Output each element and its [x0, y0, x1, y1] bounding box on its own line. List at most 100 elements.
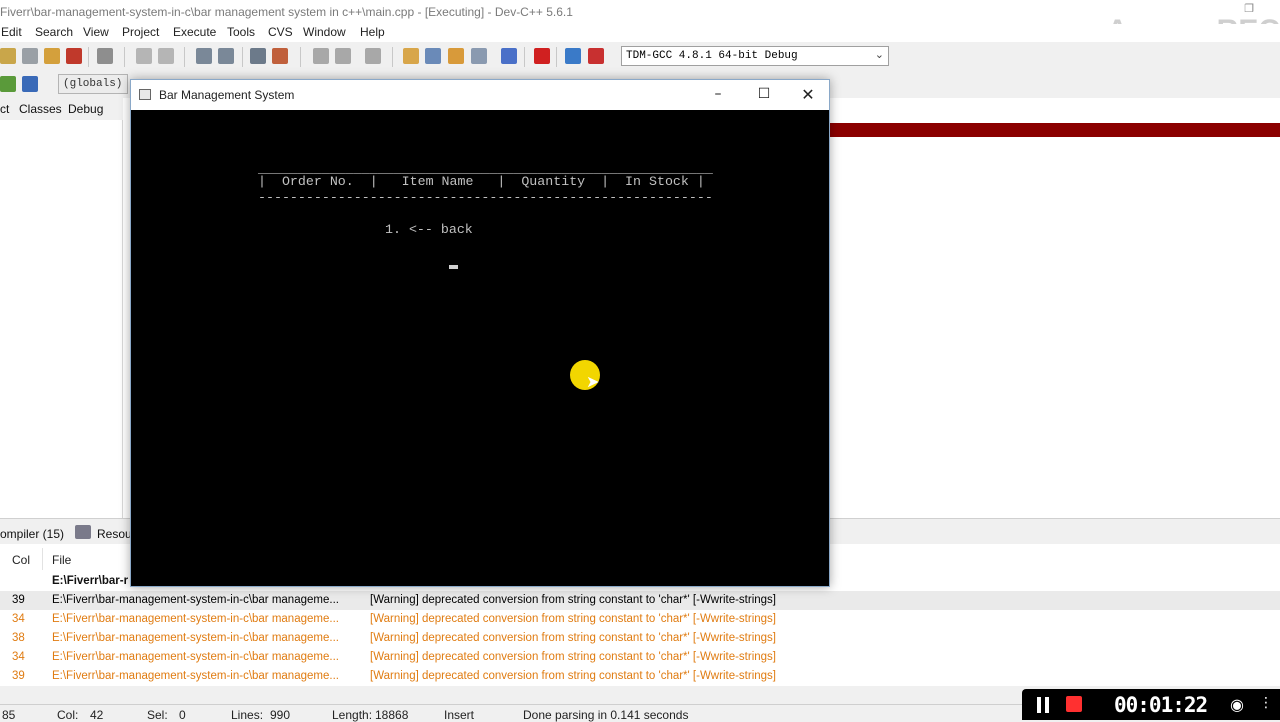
- compiler-select-value: TDM-GCC 4.8.1 64-bit Debug: [626, 50, 798, 62]
- row-line: 34: [12, 651, 25, 663]
- row-message: [Warning] deprecated conversion from str…: [370, 651, 776, 663]
- profile-icon[interactable]: [565, 48, 581, 64]
- tab-classes[interactable]: Classes: [19, 102, 62, 116]
- compiler-select[interactable]: TDM-GCC 4.8.1 64-bit Debug ⌄: [621, 46, 889, 66]
- pause-icon[interactable]: [1037, 697, 1051, 713]
- toolbar-separator: [556, 47, 557, 67]
- left-panel-tabs: ct Classes Debug: [0, 98, 122, 121]
- insert-icon[interactable]: [0, 76, 16, 92]
- bookmark-prev-icon[interactable]: [313, 48, 329, 64]
- close-icon[interactable]: ✕: [785, 85, 831, 115]
- toolbar-separator: [392, 47, 393, 67]
- mouse-pointer-icon: ➤: [586, 372, 600, 391]
- console-menu-item: 1. <-- back: [385, 222, 473, 237]
- table-row[interactable]: 34 E:\Fiverr\bar-management-system-in-c\…: [0, 610, 1280, 629]
- toolbar-separator: [88, 47, 89, 67]
- menu-tools[interactable]: Tools: [227, 25, 255, 39]
- redo-icon[interactable]: [158, 48, 174, 64]
- close-file-icon[interactable]: [66, 48, 82, 64]
- main-toolbar: TDM-GCC 4.8.1 64-bit Debug ⌄: [0, 42, 1280, 70]
- row-line: 39: [12, 594, 25, 606]
- menu-bar: Edit Search View Project Execute Tools C…: [0, 24, 1280, 42]
- column-header-file[interactable]: File: [52, 553, 71, 567]
- goto-line-icon[interactable]: [365, 48, 381, 64]
- console-cursor: [449, 265, 458, 269]
- minimize-icon[interactable]: –: [695, 86, 741, 116]
- compile-run-icon[interactable]: [448, 48, 464, 64]
- toolbar-separator: [184, 47, 185, 67]
- menu-help[interactable]: Help: [360, 25, 385, 39]
- save-icon[interactable]: [22, 48, 38, 64]
- menu-execute[interactable]: Execute: [173, 25, 216, 39]
- toolbar-separator: [242, 47, 243, 67]
- column-header-col[interactable]: Col: [12, 553, 30, 567]
- camera-icon[interactable]: ◉: [1230, 695, 1248, 714]
- debug-icon[interactable]: [588, 48, 604, 64]
- row-file: E:\Fiverr\bar-management-system-in-c\bar…: [52, 594, 339, 606]
- stop-record-icon[interactable]: [1066, 696, 1082, 712]
- replace-icon[interactable]: [218, 48, 234, 64]
- menu-edit[interactable]: Edit: [1, 25, 22, 39]
- record-timer: 00:01:22: [1114, 693, 1208, 717]
- toolbar-separator: [124, 47, 125, 67]
- menu-cvs[interactable]: CVS: [268, 25, 293, 39]
- scope-select[interactable]: (globals): [58, 74, 128, 94]
- compile-icon[interactable]: [403, 48, 419, 64]
- bookmark-next-icon[interactable]: [335, 48, 351, 64]
- console-rule-bottom: ----------------------------------------…: [258, 190, 713, 205]
- row-file: E:\Fiverr\bar-management-system-in-c\bar…: [52, 613, 339, 625]
- toolbar-separator: [524, 47, 525, 67]
- toolbar-separator: [300, 47, 301, 67]
- table-row[interactable]: 39 E:\Fiverr\bar-management-system-in-c\…: [0, 667, 1280, 686]
- menu-search[interactable]: Search: [35, 25, 73, 39]
- console-title: Bar Management System: [159, 88, 295, 102]
- row-message: [Warning] deprecated conversion from str…: [370, 613, 776, 625]
- tab-compiler[interactable]: ompiler (15): [0, 527, 64, 541]
- table-row[interactable]: 38 E:\Fiverr\bar-management-system-in-c\…: [0, 629, 1280, 648]
- screen-recorder-controls: 00:01:22 ◉ ⋮: [1022, 689, 1280, 720]
- unindent-icon[interactable]: [272, 48, 288, 64]
- row-message: [Warning] deprecated conversion from str…: [370, 594, 776, 606]
- ide-window-title: Fiverr\bar-management-system-in-c\bar ma…: [0, 5, 573, 19]
- more-icon[interactable]: ⋮: [1259, 695, 1273, 711]
- table-row[interactable]: 34 E:\Fiverr\bar-management-system-in-c\…: [0, 648, 1280, 667]
- stop-execution-icon[interactable]: [534, 48, 550, 64]
- menu-project[interactable]: Project: [122, 25, 159, 39]
- print-icon[interactable]: [97, 48, 113, 64]
- scope-select-value: (globals): [63, 78, 123, 90]
- new-file-icon[interactable]: [0, 48, 16, 64]
- column-separator: [42, 548, 43, 570]
- row-line: 34: [12, 613, 25, 625]
- row-message: [Warning] deprecated conversion from str…: [370, 632, 776, 644]
- row-line: 39: [12, 670, 25, 682]
- menu-view[interactable]: View: [83, 25, 109, 39]
- chevron-down-icon: ⌄: [874, 48, 884, 61]
- table-row[interactable]: 39 E:\Fiverr\bar-management-system-in-c\…: [0, 591, 1280, 610]
- tab-resources[interactable]: Resou: [97, 527, 132, 541]
- rebuild-icon[interactable]: [471, 48, 487, 64]
- console-table-header: | Order No. | Item Name | Quantity | In …: [258, 174, 705, 189]
- row-message: [Warning] deprecated conversion from str…: [370, 670, 776, 682]
- row-file: E:\Fiverr\bar-management-system-in-c\bar…: [52, 670, 339, 682]
- row-file: E:\Fiverr\bar-management-system-in-c\bar…: [52, 651, 339, 663]
- ide-title-bar: Fiverr\bar-management-system-in-c\bar ma…: [0, 0, 1280, 47]
- console-title-bar[interactable]: Bar Management System – ☐ ✕: [131, 80, 829, 110]
- undo-icon[interactable]: [136, 48, 152, 64]
- tab-project[interactable]: ct: [0, 102, 9, 116]
- indent-icon[interactable]: [250, 48, 266, 64]
- project-browser: [0, 120, 123, 518]
- menu-window[interactable]: Window: [303, 25, 346, 39]
- row-file: E:\Fiverr\bar-management-system-in-c\bar…: [52, 632, 339, 644]
- tab-debug[interactable]: Debug: [68, 102, 103, 116]
- toggle-icon[interactable]: [22, 76, 38, 92]
- row-file: E:\Fiverr\bar-r: [52, 575, 129, 587]
- save-all-icon[interactable]: [44, 48, 60, 64]
- syntax-check-icon[interactable]: [501, 48, 517, 64]
- resources-icon: [75, 525, 91, 539]
- console-window[interactable]: Bar Management System – ☐ ✕ ____________…: [130, 79, 830, 587]
- maximize-icon[interactable]: ☐: [741, 86, 787, 116]
- run-icon[interactable]: [425, 48, 441, 64]
- row-line: 38: [12, 632, 25, 644]
- console-app-icon: [139, 89, 151, 100]
- find-icon[interactable]: [196, 48, 212, 64]
